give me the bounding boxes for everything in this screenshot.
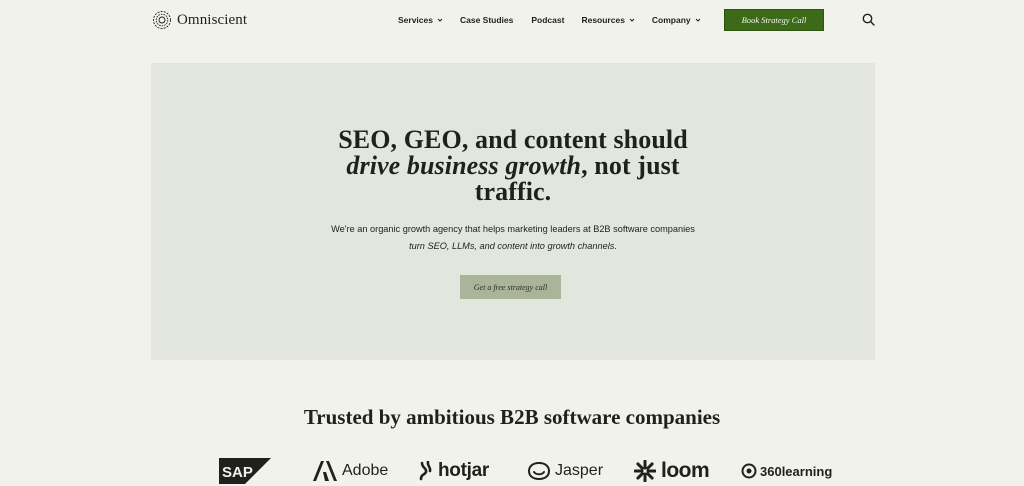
trusted-by-heading: Trusted by ambitious B2B software compan…	[303, 405, 721, 429]
nav-item-services[interactable]: Services	[398, 15, 443, 25]
hero-title-line: SEO, GEO, and content should	[338, 125, 688, 154]
nav-item-resources[interactable]: Resources	[581, 15, 635, 25]
hotjar-logo: hotjar	[419, 460, 489, 482]
hero-title-rest: , not just	[581, 151, 680, 180]
hero-subtitle-line: We're an organic growth agency that help…	[331, 224, 695, 234]
jasper-logo: Jasper	[528, 460, 603, 482]
360learning-wordmark: 360learning	[760, 463, 833, 479]
nav-item-label: Company	[651, 15, 691, 25]
loom-wordmark: loom	[661, 459, 710, 482]
adobe-wordmark: Adobe	[342, 462, 389, 479]
adobe-icon	[313, 461, 337, 481]
omniscient-logo-icon	[153, 11, 171, 29]
sap-logo-label: SAP	[222, 464, 253, 481]
hero-subtitle-emphasis: turn SEO, LLMs, and content into growth …	[409, 241, 617, 251]
nav-item-label: Resources	[581, 15, 625, 25]
chevron-down-icon	[695, 18, 701, 22]
chevron-down-icon	[437, 18, 443, 22]
free-strategy-call-button[interactable]: Get a free strategy call	[460, 275, 561, 299]
hero-title-emphasis: drive business growth	[346, 151, 582, 180]
adobe-logo: Adobe	[313, 460, 388, 482]
loom-icon	[634, 460, 656, 482]
book-strategy-call-button[interactable]: Book Strategy Call	[724, 9, 824, 31]
hero-title-line: drive business growth, not just	[151, 153, 875, 179]
360learning-icon	[741, 463, 757, 479]
site-header: Omniscient Services Case Studies Podcast…	[0, 0, 1024, 40]
primary-nav: Services Case Studies Podcast Resources …	[398, 13, 701, 27]
search-icon	[862, 13, 875, 26]
loom-logo: loom	[634, 459, 710, 482]
jasper-wordmark: Jasper	[555, 462, 604, 479]
hero-title: SEO, GEO, and content should drive busin…	[151, 127, 875, 205]
jasper-icon	[528, 461, 550, 481]
logo[interactable]: Omniscient	[152, 9, 247, 31]
hero-subtitle: We're an organic growth agency that help…	[151, 221, 875, 255]
nav-item-label: Services	[398, 15, 433, 25]
nav-item-label: Case Studies	[459, 15, 514, 25]
360learning-logo: 360learning	[741, 460, 832, 482]
hotjar-wordmark: hotjar	[438, 460, 489, 481]
hotjar-icon	[419, 461, 432, 481]
nav-item-label: Podcast	[531, 15, 565, 25]
logo-text: Omniscient	[177, 11, 248, 28]
hero-title-line: traffic.	[474, 177, 552, 206]
nav-item-company[interactable]: Company	[652, 15, 701, 25]
hero-section: SEO, GEO, and content should drive busin…	[151, 63, 875, 360]
sap-logo: SAP	[219, 458, 271, 484]
sap-logo-icon: SAP	[219, 458, 271, 484]
client-logos: SAP Adobe hotjar Jasper loom 360learning	[0, 456, 1024, 486]
nav-item-podcast[interactable]: Podcast	[531, 15, 564, 25]
chevron-down-icon	[629, 18, 635, 22]
nav-item-case-studies[interactable]: Case Studies	[460, 15, 513, 25]
search-button[interactable]	[862, 13, 875, 26]
